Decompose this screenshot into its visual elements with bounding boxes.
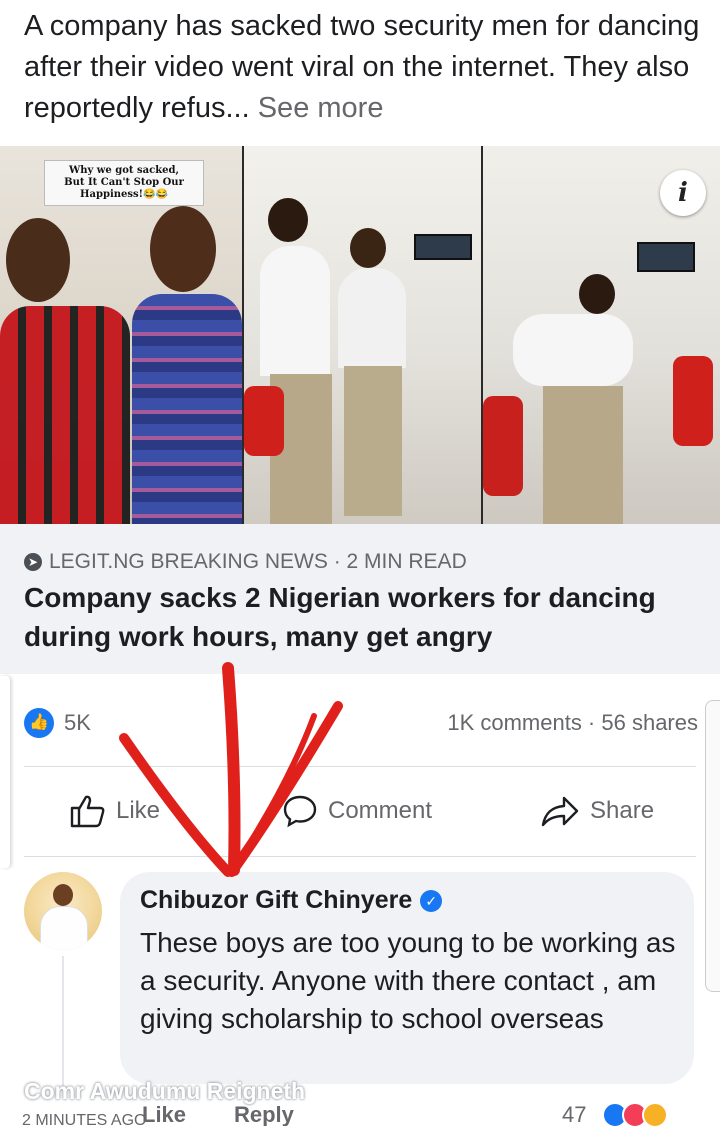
comments-shares-count[interactable]: 1K comments · 56 shares <box>447 710 698 736</box>
divider <box>24 856 696 857</box>
post-image[interactable]: Why we got sacked, But It Can't Stop Our… <box>0 146 720 524</box>
link-source: ➤ LEGIT.NG BREAKING NEWS · 2 MIN READ <box>24 550 467 574</box>
share-icon <box>541 796 579 827</box>
source-icon: ➤ <box>24 553 42 571</box>
edge-overlay-right <box>705 700 720 992</box>
image-panel-2 <box>244 146 481 524</box>
like-button[interactable]: Like <box>70 794 160 828</box>
post-text: A company has sacked two security men fo… <box>24 6 704 129</box>
see-more-link[interactable]: See more <box>258 92 384 124</box>
thread-line <box>62 956 64 1086</box>
thumbs-up-icon <box>70 795 105 828</box>
comment-bubble: Chibuzor Gift Chinyere ✓ These boys are … <box>120 872 694 1084</box>
comment-time: 2 MINUTES AGO <box>22 1112 147 1126</box>
caption-line-3: Happiness!😂😂 <box>80 189 168 200</box>
comment-author-name[interactable]: Chibuzor Gift Chinyere <box>140 886 412 915</box>
image-panel-1: Why we got sacked, But It Can't Stop Our… <box>0 146 242 524</box>
comment-label: Comment <box>328 797 433 824</box>
avatar[interactable] <box>24 872 102 950</box>
caption-line-2: But It Can't Stop Our <box>64 177 184 188</box>
reactions-summary: 👍 5K 1K comments · 56 shares <box>24 706 698 740</box>
action-bar: Like Comment Share <box>0 780 720 846</box>
link-source-text: LEGIT.NG BREAKING NEWS · 2 MIN READ <box>49 550 467 573</box>
share-button[interactable]: Share <box>540 794 654 828</box>
watermark: Comr Awudumu Reigneth <box>24 1078 306 1104</box>
like-count[interactable]: 5K <box>64 710 91 736</box>
comment-author[interactable]: Chibuzor Gift Chinyere ✓ <box>140 886 443 915</box>
comment-button[interactable]: Comment <box>282 794 432 828</box>
comment-icon <box>283 795 317 828</box>
divider <box>24 766 696 767</box>
comment-reply-button[interactable]: Reply <box>234 1102 294 1126</box>
comment-like-button[interactable]: Like <box>142 1102 186 1126</box>
like-label: Like <box>116 797 161 824</box>
info-icon[interactable]: i <box>660 170 706 216</box>
wow-reaction-icon <box>642 1102 668 1126</box>
comment-actions: 2 MINUTES AGO Like Reply 47 <box>22 1102 702 1126</box>
like-badge-icon: 👍 <box>24 708 54 738</box>
share-label: Share <box>590 797 655 824</box>
image-caption: Why we got sacked, But It Can't Stop Our… <box>44 160 204 206</box>
caption-line-1: Why we got sacked, <box>69 165 179 176</box>
comment-reaction-count[interactable]: 47 <box>562 1102 586 1126</box>
link-preview[interactable]: ➤ LEGIT.NG BREAKING NEWS · 2 MIN READ Co… <box>0 524 720 674</box>
image-panel-3: i <box>483 146 720 524</box>
comment-text: These boys are too young to be working a… <box>140 927 676 1034</box>
link-headline[interactable]: Company sacks 2 Nigerian workers for dan… <box>24 578 704 656</box>
verified-icon: ✓ <box>420 889 443 912</box>
